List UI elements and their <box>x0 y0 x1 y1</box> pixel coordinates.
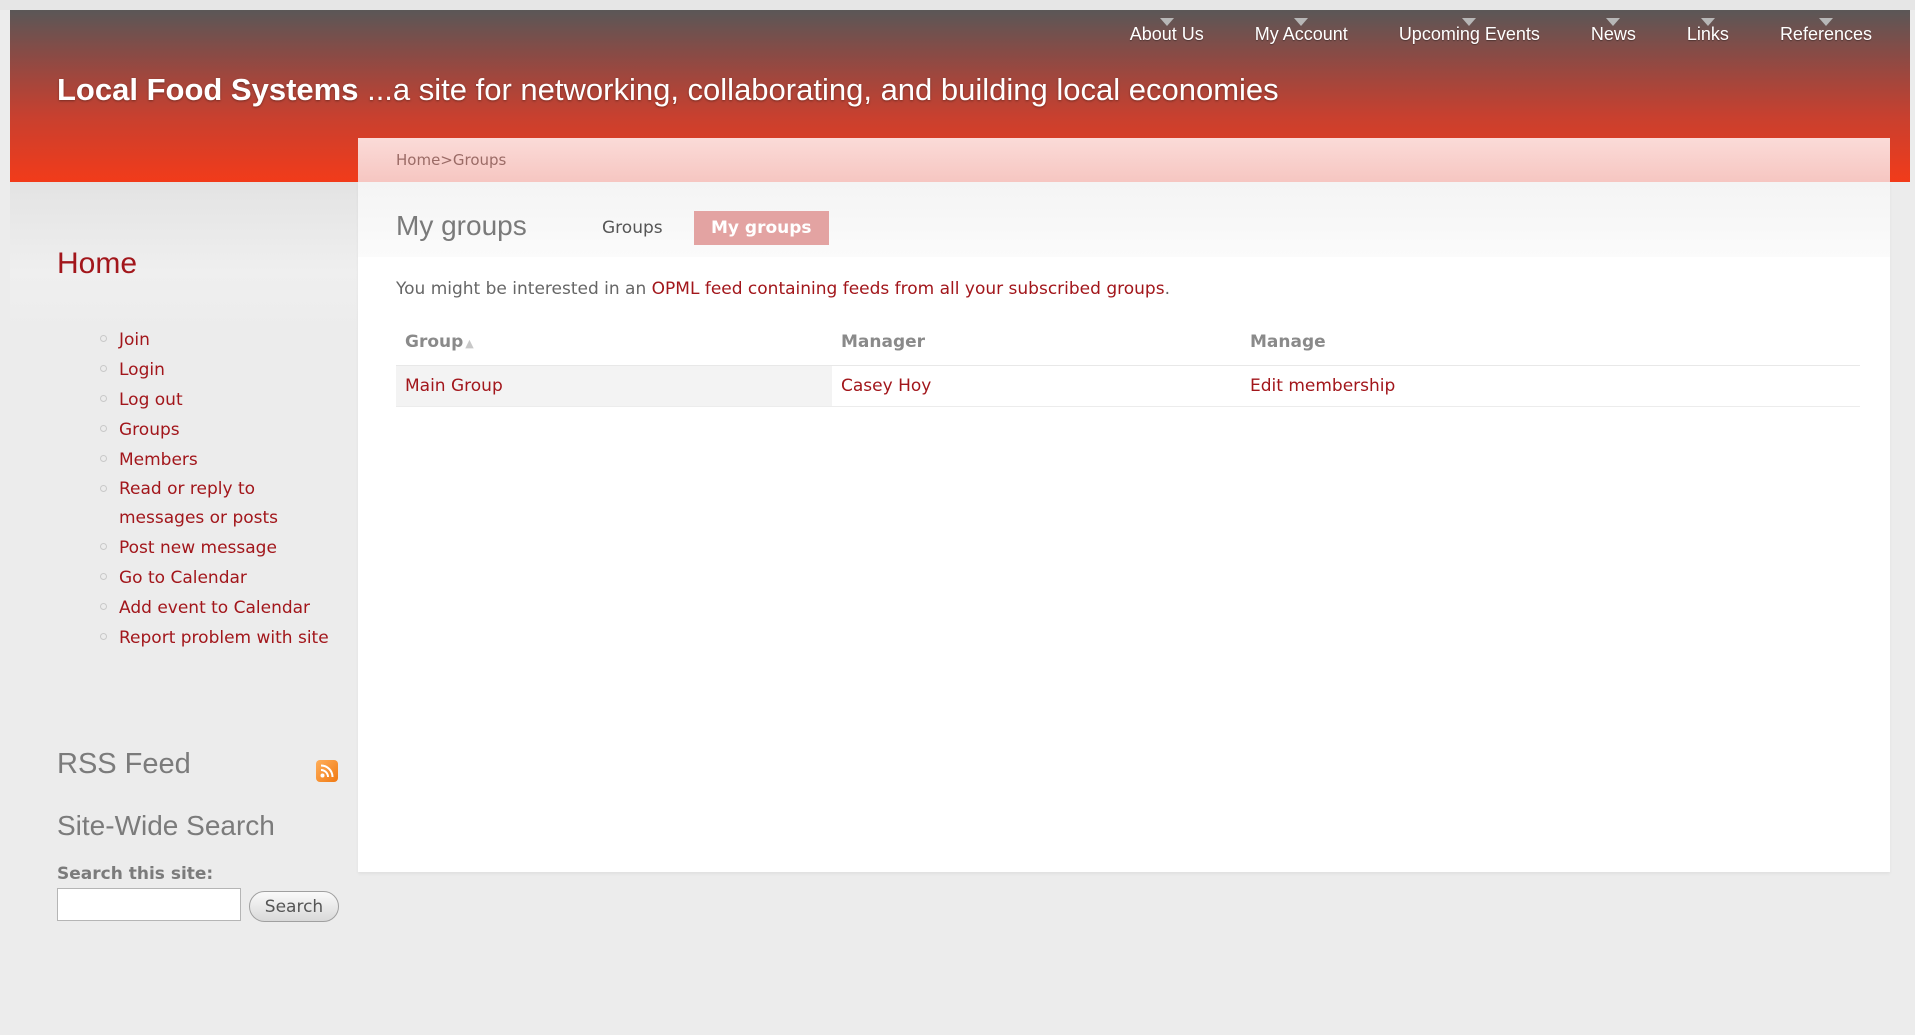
sidebar-home-title[interactable]: Home <box>57 247 137 281</box>
site-title: Local Food Systems ...a site for network… <box>57 72 1279 108</box>
opml-feed-link[interactable]: OPML feed containing feeds from all your… <box>652 279 1165 299</box>
column-header-group-label: Group <box>405 332 464 352</box>
nav-upcoming-events[interactable]: Upcoming Events <box>1399 18 1540 45</box>
intro-before: You might be interested in an <box>396 279 652 299</box>
nav-my-account[interactable]: My Account <box>1255 18 1348 45</box>
nav-links[interactable]: Links <box>1687 18 1729 45</box>
table-row: Main Group Casey Hoy Edit membership <box>396 366 1860 407</box>
intro-text: You might be interested in an OPML feed … <box>396 279 1170 299</box>
rss-feed-title: RSS Feed <box>57 748 191 780</box>
breadcrumb-separator: > <box>440 151 453 169</box>
sidebar-item-report-problem[interactable]: Report problem with site <box>87 623 357 653</box>
top-strip <box>0 0 1915 10</box>
sidebar-item-login[interactable]: Login <box>87 355 357 385</box>
sidebar-item-add-event[interactable]: Add event to Calendar <box>87 593 357 623</box>
nav-references[interactable]: References <box>1780 18 1872 45</box>
manager-link[interactable]: Casey Hoy <box>832 366 1241 406</box>
breadcrumb-current: Groups <box>452 151 507 169</box>
table-header: Group ▲ Manager Manage <box>396 320 1860 366</box>
groups-table: Group ▲ Manager Manage Main Group Casey H… <box>396 320 1860 407</box>
tab-my-groups[interactable]: My groups <box>694 211 829 245</box>
search-label: Search this site: <box>57 864 214 884</box>
sidebar-item-log-out[interactable]: Log out <box>87 385 357 415</box>
column-header-manage: Manage <box>1250 332 1326 352</box>
column-header-manager: Manager <box>841 332 926 352</box>
sidebar-item-go-to-calendar[interactable]: Go to Calendar <box>87 563 357 593</box>
nav-news[interactable]: News <box>1591 18 1636 45</box>
edit-membership-link[interactable]: Edit membership <box>1241 366 1860 406</box>
main-nav: About Us My Account Upcoming Events News… <box>1079 18 1872 45</box>
main-content: My groups Groups My groups You might be … <box>358 182 1890 872</box>
nav-about-us[interactable]: About Us <box>1130 18 1204 45</box>
sidebar-item-join[interactable]: Join <box>87 325 357 355</box>
site-tagline: ...a site for networking, collaborating,… <box>358 72 1279 107</box>
sidebar-item-members[interactable]: Members <box>87 445 357 475</box>
sidebar-item-groups[interactable]: Groups <box>87 415 357 445</box>
sort-ascending-icon: ▲ <box>465 337 474 350</box>
sidebar-item-read-reply[interactable]: Read or reply to messages or posts <box>87 475 357 533</box>
search-button[interactable]: Search <box>249 891 339 922</box>
breadcrumb-home[interactable]: Home <box>396 151 440 169</box>
site-search-title: Site-Wide Search <box>57 810 275 841</box>
rss-icon[interactable] <box>316 760 338 782</box>
breadcrumb: Home>Groups <box>358 138 1890 182</box>
page-title: My groups <box>396 210 527 241</box>
search-input[interactable] <box>57 888 241 921</box>
group-name-link[interactable]: Main Group <box>396 366 832 406</box>
sidebar-menu: Join Login Log out Groups Members Read o… <box>87 325 357 653</box>
sidebar: Home Join Login Log out Groups Members R… <box>10 182 358 1035</box>
sidebar-item-post-new-message[interactable]: Post new message <box>87 533 357 563</box>
intro-after: . <box>1164 279 1170 299</box>
site-name[interactable]: Local Food Systems <box>57 72 358 107</box>
tab-groups[interactable]: Groups <box>585 211 680 245</box>
column-header-group[interactable]: Group ▲ <box>396 320 832 365</box>
